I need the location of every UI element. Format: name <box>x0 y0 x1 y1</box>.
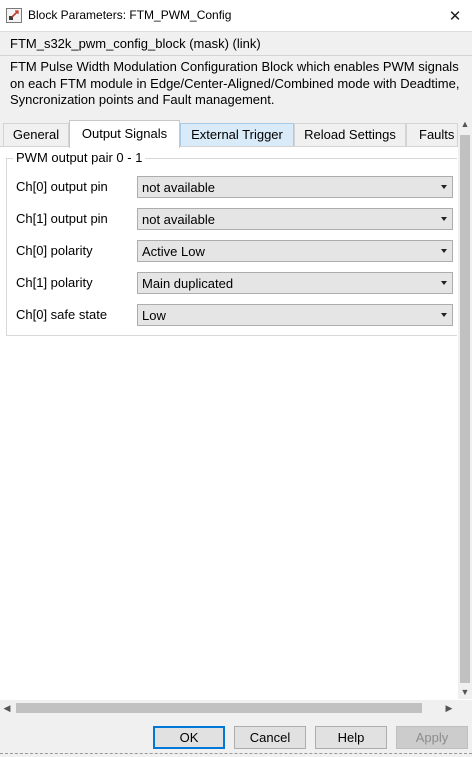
window-title: Block Parameters: FTM_PWM_Config <box>28 8 232 22</box>
tab-output-signals[interactable]: Output Signals <box>69 120 180 148</box>
description-line: on each FTM module in Edge/Center-Aligne… <box>10 75 460 91</box>
ch0-polarity-dropdown[interactable]: Active Low <box>137 240 453 262</box>
tab-strip: General Output Signals External Trigger … <box>0 117 458 148</box>
apply-button[interactable]: Apply <box>396 726 468 749</box>
ch0-output-pin-dropdown[interactable]: not available <box>137 176 453 198</box>
block-name: FTM_s32k_pwm_config_block (mask) (link) <box>10 36 261 51</box>
cancel-button[interactable]: Cancel <box>234 726 306 749</box>
horizontal-scrollbar[interactable]: ◀ ▶ <box>0 700 458 716</box>
dropdown-arrow-icon <box>441 217 447 221</box>
vertical-scroll-thumb[interactable] <box>460 135 470 683</box>
block-description-panel: FTM_s32k_pwm_config_block (mask) (link) … <box>0 31 472 117</box>
title-bar: Block Parameters: FTM_PWM_Config ✕ <box>0 0 472 31</box>
ch0-safe-state-label: Ch[0] safe state <box>16 307 108 322</box>
group-title: PWM output pair 0 - 1 <box>13 150 146 165</box>
ch0-output-pin-label: Ch[0] output pin <box>16 179 108 194</box>
dropdown-value: Main duplicated <box>142 276 234 291</box>
footer-divider <box>0 753 472 754</box>
dropdown-arrow-icon <box>441 281 447 285</box>
scroll-down-arrow-icon[interactable]: ▼ <box>458 685 472 699</box>
tab-content-output-signals: PWM output pair 0 - 1 Ch[0] output pin n… <box>0 146 458 700</box>
dropdown-arrow-icon <box>441 249 447 253</box>
scroll-right-arrow-icon[interactable]: ▶ <box>442 700 456 716</box>
help-button[interactable]: Help <box>315 726 387 749</box>
block-description: FTM Pulse Width Modulation Configuration… <box>10 59 470 109</box>
horizontal-scroll-thumb[interactable] <box>16 703 422 713</box>
ch0-polarity-label: Ch[0] polarity <box>16 243 93 258</box>
ch0-safe-state-dropdown[interactable]: Low <box>137 304 453 326</box>
scroll-up-arrow-icon[interactable]: ▲ <box>458 117 472 131</box>
simulink-block-icon <box>6 8 22 23</box>
dropdown-value: Active Low <box>142 244 205 259</box>
ch1-output-pin-label: Ch[1] output pin <box>16 211 108 226</box>
ch1-polarity-label: Ch[1] polarity <box>16 275 93 290</box>
close-icon[interactable]: ✕ <box>438 0 472 31</box>
ok-button[interactable]: OK <box>153 726 225 749</box>
scroll-corner <box>458 700 472 716</box>
tab-external-trigger[interactable]: External Trigger <box>180 123 294 147</box>
tab-general[interactable]: General <box>3 123 69 147</box>
ch1-polarity-dropdown[interactable]: Main duplicated <box>137 272 453 294</box>
description-line: Syncronization points and Fault manageme… <box>10 92 275 107</box>
dropdown-value: not available <box>142 180 215 195</box>
scroll-left-arrow-icon[interactable]: ◀ <box>0 700 14 716</box>
ch1-output-pin-dropdown[interactable]: not available <box>137 208 453 230</box>
dropdown-value: not available <box>142 212 215 227</box>
tab-faults[interactable]: Faults <box>406 123 458 147</box>
vertical-scrollbar[interactable]: ▲ ▼ <box>458 117 472 699</box>
tab-reload-settings[interactable]: Reload Settings <box>294 123 406 147</box>
description-divider <box>0 55 472 56</box>
description-line: FTM Pulse Width Modulation Configuration… <box>10 59 459 74</box>
dropdown-arrow-icon <box>441 313 447 317</box>
dropdown-arrow-icon <box>441 185 447 189</box>
dialog-footer: OK Cancel Help Apply <box>0 716 472 757</box>
dropdown-value: Low <box>142 308 166 323</box>
